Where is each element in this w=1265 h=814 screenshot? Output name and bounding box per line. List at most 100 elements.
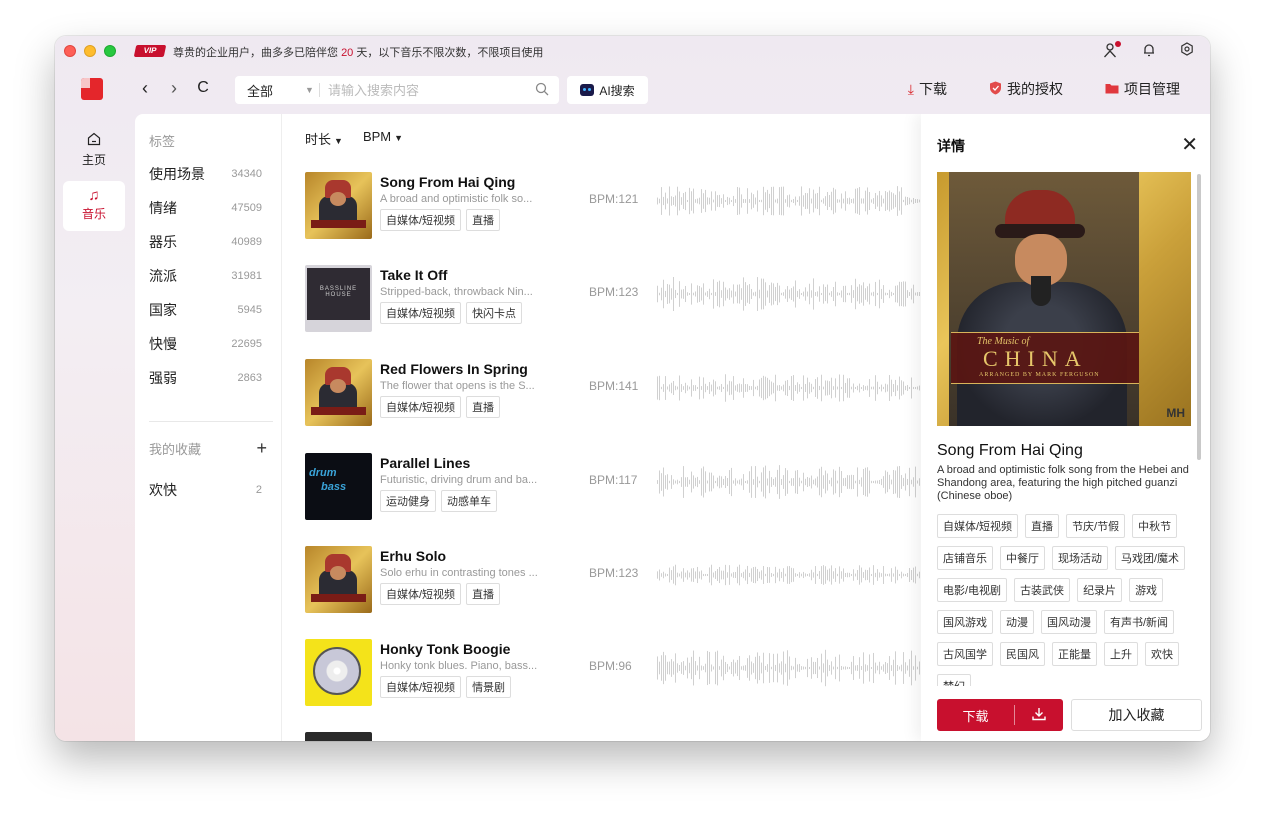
detail-tag[interactable]: 古风国学 bbox=[937, 642, 993, 666]
detail-tag[interactable]: 中餐厅 bbox=[1000, 546, 1045, 570]
album-cover[interactable] bbox=[305, 546, 372, 613]
rail-item-music[interactable]: ♫ 音乐 bbox=[63, 181, 125, 231]
tag-item[interactable]: 情绪 47509 bbox=[149, 196, 262, 220]
song-tag[interactable]: 自媒体/短视频 bbox=[380, 209, 462, 231]
refresh-button[interactable]: C bbox=[193, 77, 213, 99]
song-tag[interactable]: 直播 bbox=[466, 209, 501, 231]
detail-tag[interactable]: 现场活动 bbox=[1052, 546, 1108, 570]
album-cover[interactable] bbox=[305, 732, 372, 741]
waveform[interactable] bbox=[657, 176, 925, 226]
detail-download-button[interactable]: 下载 bbox=[937, 699, 1063, 731]
waveform[interactable] bbox=[657, 550, 925, 600]
ai-search-button[interactable]: AI搜索 bbox=[567, 76, 648, 104]
detail-tag[interactable]: 动漫 bbox=[1000, 610, 1034, 634]
close-icon[interactable]: ✕ bbox=[1181, 132, 1198, 157]
close-window-button[interactable] bbox=[64, 45, 76, 57]
download-button[interactable]: ⤓ 下载 bbox=[908, 79, 947, 99]
waveform[interactable] bbox=[657, 269, 925, 319]
add-to-favorites-button[interactable]: 加入收藏 bbox=[1071, 699, 1202, 731]
song-row[interactable]: Erhu Solo Solo erhu in contrasting tones … bbox=[305, 546, 925, 616]
detail-tag[interactable]: 民国风 bbox=[1000, 642, 1045, 666]
scrollbar[interactable] bbox=[1197, 174, 1201, 460]
song-tag[interactable]: 直播 bbox=[466, 396, 501, 418]
album-cover[interactable] bbox=[305, 359, 372, 426]
bell-icon[interactable] bbox=[1140, 42, 1158, 60]
user-icon[interactable] bbox=[1102, 41, 1121, 60]
song-tag[interactable]: 自媒体/短视频 bbox=[380, 302, 462, 324]
song-tag[interactable]: 直播 bbox=[466, 583, 501, 605]
my-license-button[interactable]: 我的授权 bbox=[989, 79, 1063, 99]
app-logo[interactable] bbox=[81, 78, 103, 100]
detail-tag[interactable]: 纪录片 bbox=[1077, 578, 1123, 602]
song-title[interactable]: Erhu Solo bbox=[380, 548, 446, 564]
back-button[interactable]: ‹ bbox=[135, 77, 155, 99]
search-input[interactable] bbox=[328, 82, 518, 98]
tag-item[interactable]: 流派 31981 bbox=[149, 264, 262, 288]
detail-tag[interactable]: 直播 bbox=[1025, 514, 1060, 538]
detail-tag[interactable]: 有声书/新闻 bbox=[1104, 610, 1175, 634]
search-icon[interactable] bbox=[535, 82, 549, 99]
detail-tag[interactable]: 正能量 bbox=[1052, 642, 1097, 666]
forward-button[interactable]: › bbox=[164, 77, 184, 99]
song-tag[interactable]: 动感单车 bbox=[441, 490, 497, 512]
detail-tag[interactable]: 上升 bbox=[1104, 642, 1138, 666]
detail-tag[interactable]: 节庆/节假 bbox=[1066, 514, 1126, 538]
song-row[interactable]: Honky Tonk Boogie Honky tonk blues. Piano… bbox=[305, 639, 925, 709]
cover-text: drum bbox=[309, 467, 337, 479]
album-art: The Music of CHINA ARRANGED BY MARK FERG… bbox=[937, 172, 1191, 426]
song-row[interactable]: Red Flowers In Spring The flower that ope… bbox=[305, 359, 925, 429]
favorite-item[interactable]: 欢快 2 bbox=[149, 478, 262, 502]
rail-music-label: 音乐 bbox=[81, 207, 106, 221]
song-title[interactable]: Parallel Lines bbox=[380, 455, 470, 471]
song-title[interactable]: Red Flowers In Spring bbox=[380, 361, 528, 377]
tag-item[interactable]: 快慢 22695 bbox=[149, 332, 262, 356]
tag-item[interactable]: 强弱 2863 bbox=[149, 366, 262, 390]
song-tag[interactable]: 自媒体/短视频 bbox=[380, 583, 462, 605]
song-tag[interactable]: 情景剧 bbox=[466, 676, 512, 698]
song-title[interactable]: Take It Off bbox=[380, 267, 447, 283]
detail-tag[interactable]: 梦幻 bbox=[937, 674, 971, 686]
album-cover[interactable]: drum bass bbox=[305, 453, 372, 520]
song-tag[interactable]: 自媒体/短视频 bbox=[380, 396, 462, 418]
zoom-window-button[interactable] bbox=[104, 45, 116, 57]
detail-tag[interactable]: 国风动漫 bbox=[1041, 610, 1097, 634]
detail-tag[interactable]: 马戏团/魔术 bbox=[1115, 546, 1186, 570]
song-tag[interactable]: 快闪卡点 bbox=[466, 302, 523, 324]
minimize-window-button[interactable] bbox=[84, 45, 96, 57]
download-icon: ⤓ bbox=[907, 80, 914, 97]
filter-duration[interactable]: 时长 ▼ bbox=[305, 129, 343, 148]
song-row[interactable]: Song From Hai Qing A broad and optimistic… bbox=[305, 172, 925, 242]
rail-item-home[interactable]: 主页 bbox=[63, 126, 125, 176]
download-tray-icon[interactable] bbox=[1015, 707, 1063, 724]
detail-tag[interactable]: 游戏 bbox=[1129, 578, 1164, 602]
song-row[interactable] bbox=[305, 732, 925, 741]
tag-item[interactable]: 使用场景 34340 bbox=[149, 162, 262, 186]
song-title[interactable]: Honky Tonk Boogie bbox=[380, 641, 510, 657]
song-tag[interactable]: 自媒体/短视频 bbox=[380, 676, 462, 698]
search-category-select[interactable]: 全部 bbox=[235, 81, 305, 100]
album-cover[interactable] bbox=[305, 172, 372, 239]
tag-item[interactable]: 国家 5945 bbox=[149, 298, 262, 322]
detail-tag[interactable]: 店铺音乐 bbox=[937, 546, 993, 570]
add-favorite-icon[interactable]: + bbox=[256, 438, 267, 459]
waveform[interactable] bbox=[657, 457, 925, 507]
detail-tag[interactable]: 中秋节 bbox=[1132, 514, 1178, 538]
album-cover[interactable] bbox=[305, 639, 372, 706]
detail-tag[interactable]: 国风游戏 bbox=[937, 610, 993, 634]
waveform[interactable] bbox=[657, 643, 925, 693]
detail-tag[interactable]: 自媒体/短视频 bbox=[937, 514, 1019, 538]
song-tag[interactable]: 运动健身 bbox=[380, 490, 436, 512]
detail-tag[interactable]: 电影/电视剧 bbox=[937, 578, 1008, 602]
chevron-down-icon[interactable]: ▼ bbox=[305, 85, 319, 95]
detail-tag[interactable]: 古装武侠 bbox=[1014, 578, 1071, 602]
project-management-button[interactable]: 项目管理 bbox=[1105, 79, 1180, 99]
album-cover[interactable]: BASSLINE HOUSE bbox=[305, 265, 372, 332]
settings-icon[interactable] bbox=[1178, 42, 1196, 60]
song-row[interactable]: BASSLINE HOUSE Take It Off Stripped-back, … bbox=[305, 265, 925, 335]
filter-bpm[interactable]: BPM ▼ bbox=[363, 129, 403, 148]
song-title[interactable]: Song From Hai Qing bbox=[380, 174, 515, 190]
song-row[interactable]: drum bass Parallel Lines Futuristic, drivin… bbox=[305, 453, 925, 523]
tag-item[interactable]: 器乐 40989 bbox=[149, 230, 262, 254]
waveform[interactable] bbox=[657, 363, 925, 413]
detail-tag[interactable]: 欢快 bbox=[1145, 642, 1179, 666]
